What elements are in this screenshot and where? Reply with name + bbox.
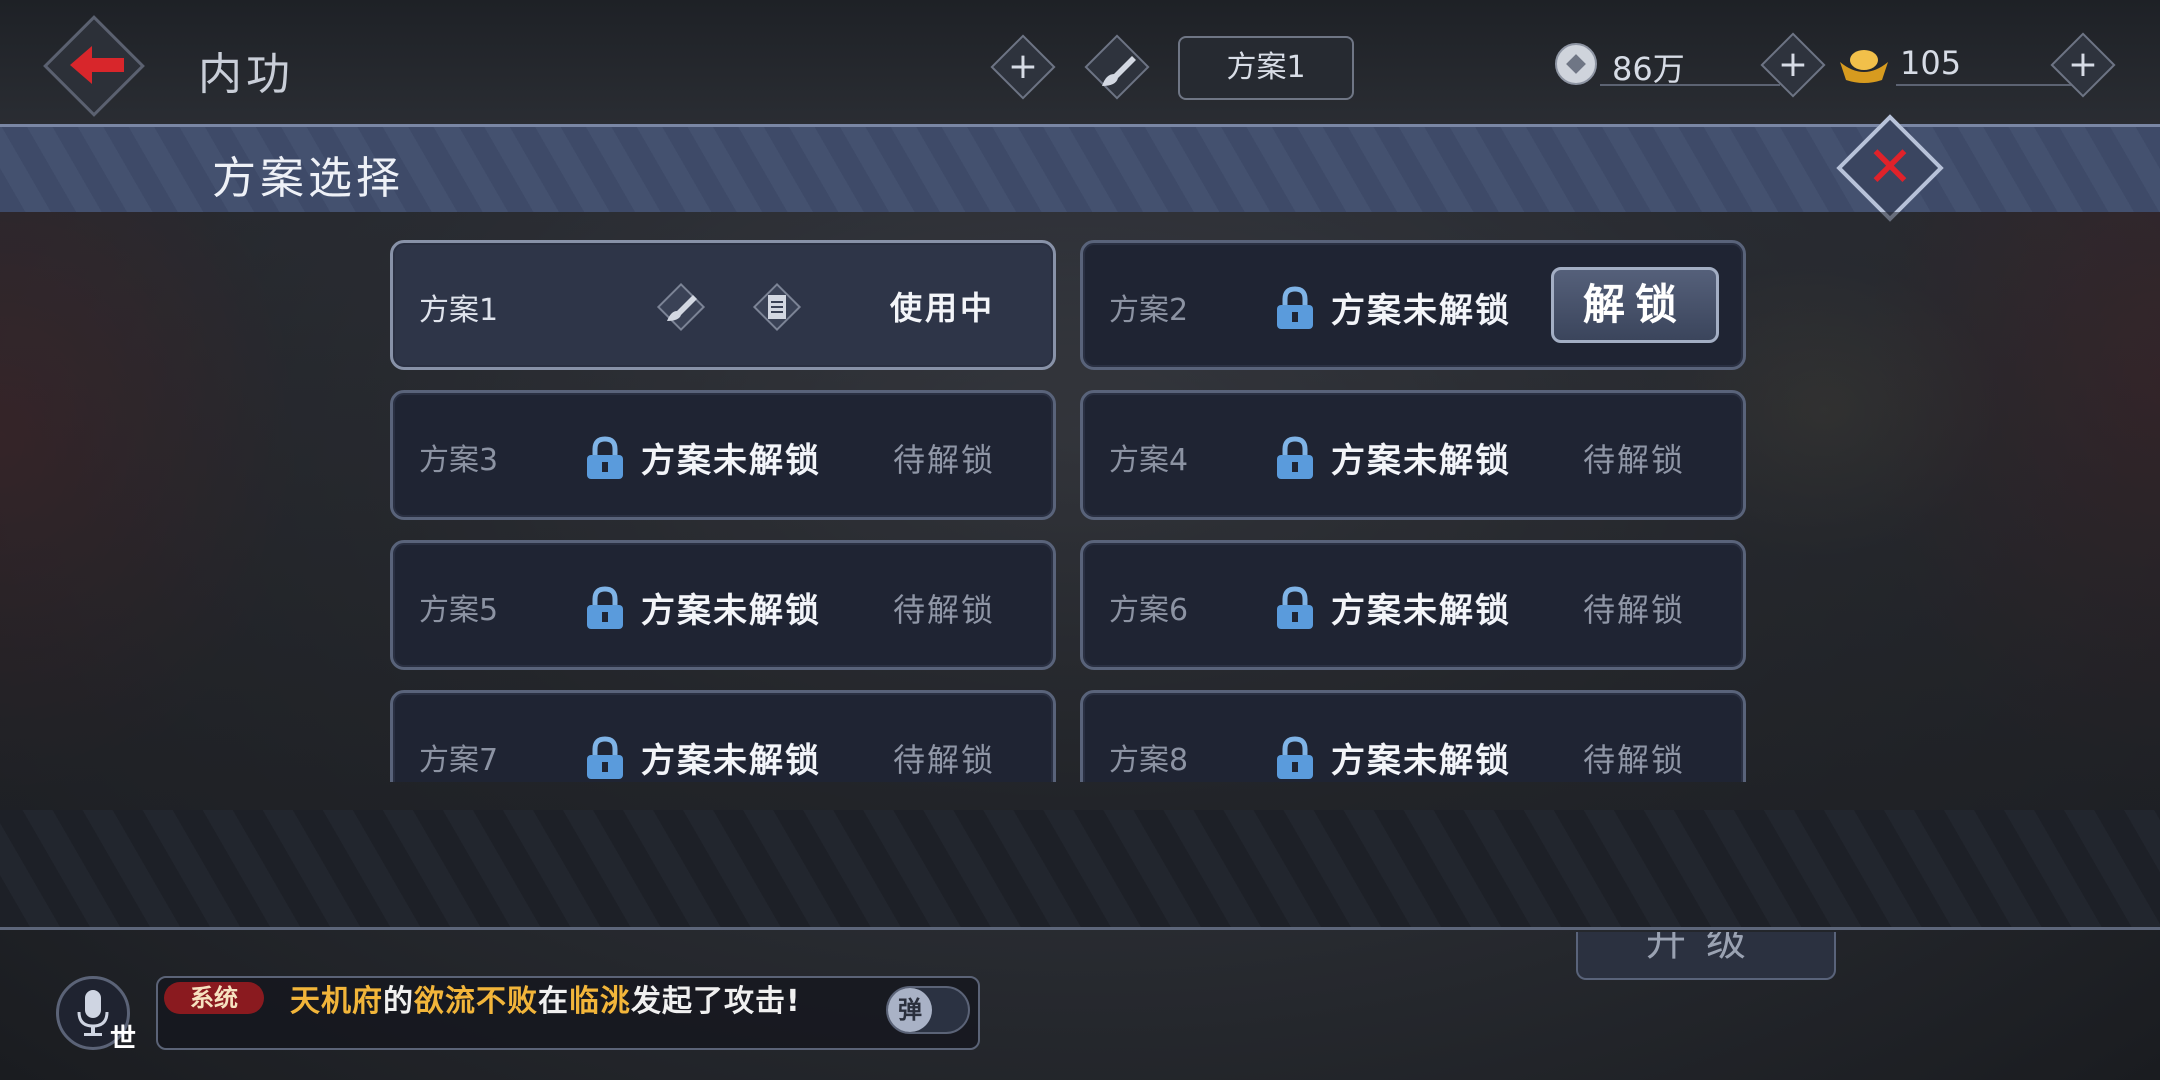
- plan-slot-7[interactable]: 方案7 方案未解锁 待解锁: [390, 690, 1056, 782]
- dialog-footer-band: [0, 810, 2160, 930]
- lock-icon: [1277, 736, 1313, 779]
- lock-icon: [587, 586, 623, 629]
- upgrade-button[interactable]: 升级: [1576, 932, 1836, 980]
- back-arrow-icon: [70, 46, 124, 84]
- chat-text: 在: [538, 984, 569, 1019]
- lock-icon: [587, 736, 623, 779]
- locked-text: 方案未解锁: [1331, 291, 1511, 331]
- plan-slot-3[interactable]: 方案3 方案未解锁 待解锁: [390, 390, 1056, 520]
- plan-name: 方案1: [419, 293, 499, 328]
- plan-name: 方案4: [1109, 443, 1189, 478]
- pending-unlock-label: 待解锁: [1582, 741, 1685, 779]
- locked-text: 方案未解锁: [641, 741, 821, 781]
- chat-channel-label: 世: [110, 1024, 137, 1054]
- plan-slot-6[interactable]: 方案6 方案未解锁 待解锁: [1080, 540, 1746, 670]
- pending-unlock-label: 待解锁: [892, 591, 995, 629]
- barrage-toggle-knob[interactable]: 弹: [888, 988, 932, 1032]
- plan-slot-5[interactable]: 方案5 方案未解锁 待解锁: [390, 540, 1056, 670]
- plus-icon: +: [1777, 44, 1809, 85]
- dialog-title: 方案选择: [212, 153, 404, 204]
- pending-unlock-label: 待解锁: [1582, 591, 1685, 629]
- pending-unlock-label: 待解锁: [892, 741, 995, 779]
- coin-underline: [1600, 84, 1780, 86]
- in-use-label: 使用中: [889, 289, 995, 327]
- chat-guild: 天机府: [290, 984, 383, 1019]
- plan-name: 方案5: [419, 593, 499, 628]
- chat-message: 天机府的欲流不败在临洮发起了攻击!: [290, 976, 801, 1020]
- page-title: 内功: [198, 49, 294, 100]
- plan-slot-8[interactable]: 方案8 方案未解锁 待解锁: [1080, 690, 1746, 782]
- ingot-underline: [1896, 84, 2072, 86]
- plus-icon: +: [2067, 44, 2099, 85]
- locked-text: 方案未解锁: [641, 591, 821, 631]
- mic-icon: [77, 990, 109, 1036]
- brush-icon: [1102, 56, 1136, 86]
- gold-ingot-icon: [1840, 50, 1888, 83]
- plan-slot-1[interactable]: 方案1 使用中: [390, 240, 1056, 370]
- system-tag: 系统: [164, 982, 264, 1014]
- plan-list[interactable]: 方案1 使用中 方案2 方案未解锁 解锁 方案3 方案未解锁 待解锁 方案4 方…: [380, 230, 1760, 782]
- locked-text: 方案未解锁: [1331, 591, 1511, 631]
- ingot-amount: 105: [1900, 44, 1962, 82]
- locked-text: 方案未解锁: [641, 441, 821, 481]
- plan-name: 方案7: [419, 743, 499, 778]
- locked-text: 方案未解锁: [1331, 441, 1511, 481]
- chat-text: 的: [383, 984, 414, 1019]
- unlock-button[interactable]: 解锁: [1551, 267, 1719, 343]
- current-plan-chip[interactable]: 方案1: [1178, 36, 1354, 100]
- chat-location: 临洮: [569, 984, 631, 1019]
- lock-icon: [1277, 586, 1313, 629]
- lock-icon: [587, 436, 623, 479]
- brush-icon[interactable]: [655, 281, 707, 333]
- pending-unlock-label: 待解锁: [1582, 441, 1685, 479]
- lock-icon: [1277, 286, 1313, 329]
- scroll-icon[interactable]: [751, 281, 803, 333]
- plan-name: 方案3: [419, 443, 499, 478]
- plus-icon: +: [1007, 46, 1039, 87]
- coin-icon: [1555, 43, 1597, 85]
- chat-player: 欲流不败: [414, 984, 538, 1019]
- plan-name: 方案2: [1109, 293, 1189, 328]
- pending-unlock-label: 待解锁: [892, 441, 995, 479]
- lock-icon: [1277, 436, 1313, 479]
- chat-text: 发起了攻击!: [631, 984, 801, 1019]
- plan-name: 方案8: [1109, 743, 1189, 778]
- close-icon: ✕: [1866, 135, 1914, 200]
- plan-name: 方案6: [1109, 593, 1189, 628]
- plan-slot-2[interactable]: 方案2 方案未解锁 解锁: [1080, 240, 1746, 370]
- plan-slot-4[interactable]: 方案4 方案未解锁 待解锁: [1080, 390, 1746, 520]
- locked-text: 方案未解锁: [1331, 741, 1511, 781]
